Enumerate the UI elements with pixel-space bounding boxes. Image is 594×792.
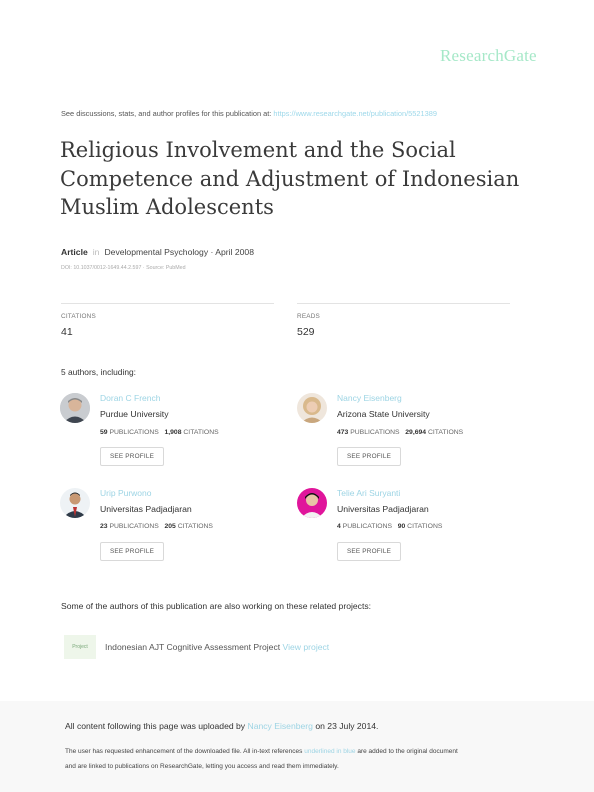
article-title: Religious Involvement and the Social Com… — [60, 136, 530, 222]
discussion-line: See discussions, stats, and author profi… — [61, 109, 437, 118]
article-type: Article — [61, 247, 88, 257]
pub-label: PUBLICATIONS — [109, 523, 159, 530]
pub-count: 473 — [337, 429, 349, 436]
cite-label: CITATIONS — [427, 429, 464, 436]
author-name-link[interactable]: Nancy Eisenberg — [337, 393, 402, 403]
cite-label: CITATIONS — [183, 429, 219, 436]
see-profile-button[interactable]: SEE PROFILE — [100, 447, 164, 466]
cite-label: CITATIONS — [407, 523, 443, 530]
author-stats: 23 PUBLICATIONS 205 CITATIONS — [100, 523, 213, 530]
underlined-link[interactable]: underlined in blue — [304, 748, 355, 755]
pub-label: PUBLICATIONS — [342, 523, 393, 530]
in-label: in — [92, 247, 100, 257]
upload-line: All content following this page was uplo… — [65, 721, 378, 731]
project-title: Indonesian AJT Cognitive Assessment Proj… — [105, 642, 281, 652]
avatar[interactable] — [297, 393, 327, 423]
person-icon — [60, 393, 90, 423]
cite-count: 1,908 — [164, 429, 182, 436]
note-text: and are linked to publications on Resear… — [65, 762, 339, 770]
citations-label: CITATIONS — [61, 313, 96, 320]
author-name-link[interactable]: Urip Purwono — [100, 488, 152, 498]
see-profile-button[interactable]: SEE PROFILE — [337, 542, 401, 561]
author-stats: 59 PUBLICATIONS 1,908 CITATIONS — [100, 429, 219, 436]
upload-suffix: on 23 July 2014. — [315, 721, 379, 731]
citations-count: 41 — [61, 326, 73, 338]
author-name-link[interactable]: Telie Ari Suryanti — [337, 488, 400, 498]
reads-label: READS — [297, 313, 321, 320]
cite-count: 90 — [397, 523, 406, 530]
project-icon-label: Project — [72, 644, 88, 650]
author-institution: Universitas Padjadjaran — [337, 504, 429, 514]
authors-heading-rest: , including: — [95, 367, 136, 377]
see-profile-button[interactable]: SEE PROFILE — [100, 542, 164, 561]
cite-count: 29,694 — [405, 429, 427, 436]
cite-label: CITATIONS — [177, 523, 213, 530]
doi-line: DOI: 10.1037/0012-1649.44.2.597 · Source… — [61, 265, 186, 271]
reads-count: 529 — [297, 326, 315, 338]
discussion-intro: See discussions, stats, and author profi… — [61, 109, 272, 118]
journal-info[interactable]: Developmental Psychology · April 2008 — [104, 247, 254, 257]
title-line: Muslim Adolescents — [60, 195, 274, 219]
authors-count: 5 authors — [61, 367, 96, 377]
authors-heading: 5 authors, including: — [61, 367, 136, 377]
author-stats: 473 PUBLICATIONS 29,694 CITATIONS — [337, 429, 463, 436]
uploader-link[interactable]: Nancy Eisenberg — [248, 721, 313, 731]
related-projects-heading: Some of the authors of this publication … — [61, 601, 372, 611]
person-icon — [297, 393, 327, 423]
pub-label: PUBLICATIONS — [109, 429, 159, 436]
pub-count: 23 — [100, 523, 108, 530]
avatar[interactable] — [297, 488, 327, 518]
researchgate-logo[interactable]: ResearchGate — [440, 46, 537, 66]
enhancement-note: The user has requested enhancement of th… — [65, 745, 545, 774]
pub-label: PUBLICATIONS — [350, 429, 400, 436]
cite-count: 205 — [164, 523, 176, 530]
pub-count: 59 — [100, 429, 108, 436]
avatar[interactable] — [60, 488, 90, 518]
project-icon: Project — [64, 635, 96, 659]
person-icon — [60, 488, 90, 518]
note-text: are added to the original document — [357, 748, 458, 755]
publication-url-link[interactable]: https://www.researchgate.net/publication… — [273, 109, 437, 118]
author-institution: Arizona State University — [337, 409, 430, 419]
author-stats: 4 PUBLICATIONS 90 CITATIONS — [337, 523, 442, 530]
avatar[interactable] — [60, 393, 90, 423]
title-line: Religious Involvement and the Social — [60, 138, 456, 162]
see-profile-button[interactable]: SEE PROFILE — [337, 447, 401, 466]
divider — [61, 303, 274, 304]
note-text: The user has requested enhancement of th… — [65, 748, 303, 755]
author-institution: Purdue University — [100, 409, 169, 419]
article-meta: Article in Developmental Psychology · Apri… — [61, 247, 254, 257]
author-institution: Universitas Padjadjaran — [100, 504, 192, 514]
project-item: Indonesian AJT Cognitive Assessment Proj… — [105, 642, 329, 652]
author-name-link[interactable]: Doran C French — [100, 393, 160, 403]
title-line: Competence and Adjustment of Indonesian — [60, 166, 520, 191]
person-icon — [297, 488, 327, 518]
upload-prefix: All content following this page was uplo… — [65, 721, 246, 731]
divider — [297, 303, 510, 304]
view-project-link[interactable]: View project — [283, 642, 330, 652]
pub-count: 4 — [337, 523, 341, 530]
